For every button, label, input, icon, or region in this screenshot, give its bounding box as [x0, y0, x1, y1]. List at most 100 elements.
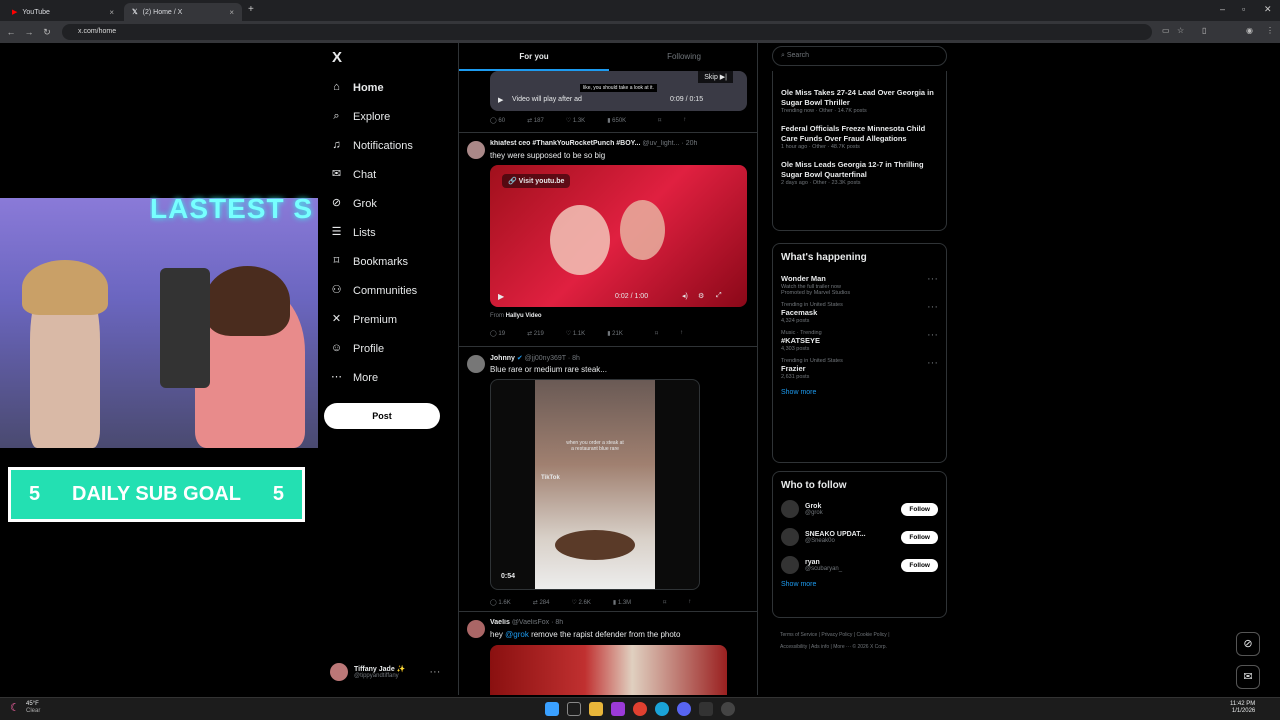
footer-link[interactable]: Privacy Policy	[821, 632, 852, 638]
menu-icon[interactable]: ⋮	[1266, 26, 1274, 35]
post-button[interactable]: Post	[324, 403, 440, 429]
reply-button[interactable]: ◯ 60	[490, 117, 505, 124]
follow-suggestion[interactable]: SNEAKO UPDAT... @Sneak0o Follow	[773, 523, 946, 551]
discord-icon[interactable]	[677, 702, 691, 716]
share-icon[interactable]: ↑	[688, 599, 691, 606]
tweet-image[interactable]	[490, 645, 727, 695]
more-icon[interactable]: ···	[927, 273, 938, 285]
obs-icon[interactable]	[721, 702, 735, 716]
search-input[interactable]: ⌕ Search	[772, 46, 947, 66]
tweet[interactable]: Johnny ✔ @jj00ny369T · 8h Blue rare or m…	[459, 347, 757, 612]
more-icon[interactable]: ···	[927, 301, 938, 313]
tab-for-you[interactable]: For you	[459, 43, 609, 71]
close-tab-icon[interactable]: ×	[109, 8, 114, 17]
file-explorer-icon[interactable]	[589, 702, 603, 716]
account-switcher[interactable]: Tiffany Jade ✨ @tippyandtiffany ···	[330, 663, 440, 681]
more-icon[interactable]: ···	[927, 357, 938, 369]
sidebar-item-more[interactable]: ⋯ More	[318, 363, 458, 392]
maximize-icon[interactable]: ▫	[1242, 4, 1245, 14]
trend-item[interactable]: Trending in United States Facemask 4,324 p…	[773, 299, 946, 327]
forward-icon[interactable]: →	[22, 27, 36, 37]
sidebar-item-explore[interactable]: ⌕ Explore	[318, 102, 458, 131]
news-item[interactable]: Ole Miss Takes 27-24 Lead Over Georgia i…	[773, 85, 946, 117]
mention-link[interactable]: @grok	[505, 630, 529, 639]
more-icon[interactable]: ···	[927, 329, 938, 341]
bookmark-icon[interactable]: ⌑	[658, 117, 661, 124]
settings-icon[interactable]: ⚙	[698, 292, 704, 300]
grok-icon[interactable]: ⊘	[1236, 632, 1260, 656]
star-icon[interactable]: ☆	[1177, 26, 1184, 35]
show-more-link[interactable]: Show more	[773, 579, 946, 594]
like-button[interactable]: ♡ 1.3K	[566, 117, 585, 124]
sidebar-item-bookmarks[interactable]: ⌑ Bookmarks	[318, 247, 458, 276]
tab-following[interactable]: Following	[609, 43, 757, 71]
search-icon[interactable]	[567, 702, 581, 716]
like-button[interactable]: ♡ 2.6K	[571, 599, 590, 606]
tweet[interactable]: khiafest ceo #ThankYouRocketPunch #BOY..…	[459, 133, 757, 347]
follow-button[interactable]: Follow	[901, 530, 938, 544]
trend-item[interactable]: Wonder Man Watch the full trailer now Prom…	[773, 271, 946, 299]
minimize-icon[interactable]: –	[1220, 4, 1225, 14]
back-icon[interactable]: ←	[4, 27, 18, 37]
x-logo[interactable]: X	[332, 49, 342, 66]
more-icon[interactable]: ···	[429, 666, 440, 678]
footer-link[interactable]: More ···	[833, 644, 851, 650]
follow-suggestion[interactable]: Grok @grok Follow	[773, 495, 946, 523]
tweet-video[interactable]: 🔗 Visit youtu.be ▶ 0:02 / 1:00 ◂) ⚙ ⤢	[490, 165, 747, 307]
weather-widget[interactable]: 45°F Clear	[26, 701, 40, 715]
reply-button[interactable]: ◯ 1.6K	[490, 599, 511, 606]
sidebar-item-communities[interactable]: ⚇ Communities	[318, 276, 458, 305]
repost-button[interactable]: ⇄ 284	[533, 599, 550, 606]
sidebar-item-lists[interactable]: ☰ Lists	[318, 218, 458, 247]
trend-item[interactable]: Trending in United States Frazier 2,631 po…	[773, 355, 946, 383]
reload-icon[interactable]: ↻	[40, 27, 54, 38]
sidebar-item-chat[interactable]: ✉ Chat	[318, 160, 458, 189]
footer-link[interactable]: Cookie Policy	[857, 632, 887, 638]
tweet[interactable]: Vaelis @VaelisFox · 8h hey @grok remove …	[459, 612, 757, 695]
app-icon[interactable]	[699, 702, 713, 716]
news-item[interactable]: Federal Officials Freeze Minnesota Child…	[773, 121, 946, 153]
cast-icon[interactable]: ▭	[1162, 26, 1170, 35]
tab-x-home[interactable]: 𝕏 (2) Home / X ×	[124, 3, 242, 21]
close-tab-icon[interactable]: ×	[229, 8, 234, 17]
share-icon[interactable]: ↑	[680, 330, 683, 337]
play-icon[interactable]: ▶	[498, 292, 504, 301]
footer-link[interactable]: Ads info	[811, 644, 829, 650]
sidebar-item-premium[interactable]: ✕ Premium	[318, 305, 458, 334]
close-window-icon[interactable]: ✕	[1264, 4, 1272, 15]
play-icon[interactable]: ▶	[498, 96, 503, 104]
messages-icon[interactable]: ✉	[1236, 665, 1260, 689]
bookmark-icon[interactable]: ⌑	[663, 599, 666, 606]
address-bar[interactable]: x.com/home	[62, 24, 1152, 40]
app-icon[interactable]	[611, 702, 625, 716]
repost-button[interactable]: ⇄ 187	[527, 117, 544, 124]
sidebar-item-home[interactable]: ⌂ Home	[318, 73, 458, 102]
trend-item[interactable]: Music · Trending #KATSEYE 4,303 posts ···	[773, 327, 946, 355]
follow-button[interactable]: Follow	[901, 558, 938, 572]
sidebar-item-profile[interactable]: ☺ Profile	[318, 334, 458, 363]
news-item[interactable]: Ole Miss Leads Georgia 12-7 in Thrilling…	[773, 157, 946, 189]
sidebar-item-grok[interactable]: ⊘ Grok	[318, 189, 458, 218]
tab-youtube[interactable]: ▶ YouTube ×	[4, 3, 122, 21]
sidebar-item-notifications[interactable]: ♫ Notifications	[318, 131, 458, 160]
show-more-link[interactable]: Show more	[773, 383, 946, 402]
tweet-video[interactable]: when you order a steak at a restaurant b…	[490, 379, 700, 590]
like-button[interactable]: ♡ 1.1K	[566, 330, 585, 337]
edge-icon[interactable]	[655, 702, 669, 716]
chrome-icon[interactable]	[633, 702, 647, 716]
follow-button[interactable]: Follow	[901, 502, 938, 516]
repost-button[interactable]: ⇄ 219	[527, 330, 544, 337]
footer-link[interactable]: Accessibility	[780, 644, 807, 650]
sidepanel-icon[interactable]: ▯	[1202, 26, 1206, 35]
windows-start-icon[interactable]	[545, 702, 559, 716]
bookmark-icon[interactable]: ⌑	[655, 330, 658, 337]
visit-link-button[interactable]: 🔗 Visit youtu.be	[502, 174, 571, 188]
share-icon[interactable]: ↑	[683, 117, 686, 124]
account-icon[interactable]: ◉	[1246, 26, 1253, 35]
clock[interactable]: 11:42 PM 1/1/2026	[1230, 701, 1255, 715]
reply-button[interactable]: ◯ 19	[490, 330, 505, 337]
volume-icon[interactable]: ◂)	[682, 292, 688, 300]
fullscreen-icon[interactable]: ⤢	[716, 292, 722, 300]
skip-ad-button[interactable]: Skip ▶|	[698, 71, 733, 83]
footer-link[interactable]: Terms of Service	[780, 632, 817, 638]
